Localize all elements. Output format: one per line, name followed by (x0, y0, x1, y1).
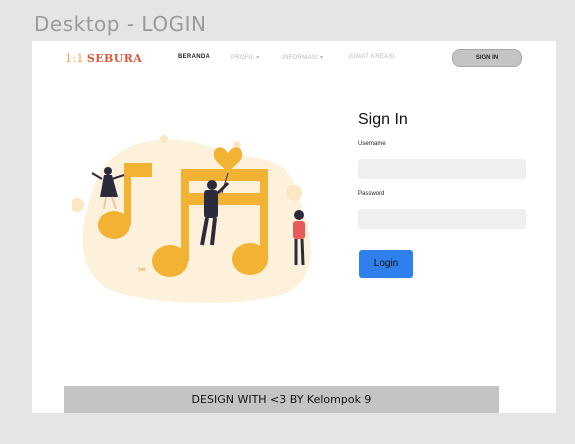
logo-text: SEBURA (86, 52, 143, 65)
sign-in-nav-button[interactable]: SIGN IN (452, 49, 522, 67)
footer: DESIGN WITH <3 BY Kelompok 9 (64, 386, 499, 413)
scissors-icon: ✂ (138, 265, 146, 276)
music-note-right-stem (260, 169, 268, 259)
person-middle-body (204, 190, 218, 218)
person-right-body (293, 221, 305, 239)
password-input[interactable] (358, 209, 526, 229)
login-page: 1:1 SEBURA BERANDA PROFIL ▾ INFORMASI ▾ J… (32, 41, 556, 413)
illustration-dot (286, 185, 302, 201)
illustration-dot (160, 135, 168, 143)
music-note-beam-bottom (181, 193, 268, 205)
music-note-left-stem (181, 169, 189, 261)
nav-link-beranda[interactable]: BERANDA (178, 54, 210, 60)
username-input[interactable] (358, 159, 526, 179)
illustration-dot (72, 198, 84, 212)
navbar: 1:1 SEBURA BERANDA PROFIL ▾ INFORMASI ▾ J… (32, 41, 556, 77)
brand-logo[interactable]: 1:1 SEBURA (65, 52, 142, 65)
nav-link-profil[interactable]: PROFIL ▾ (231, 54, 260, 61)
person-middle-head (207, 180, 217, 190)
username-label: Username (358, 141, 386, 147)
nav-link-informasi[interactable]: INFORMASI ▾ (282, 54, 323, 61)
frame-title: Desktop - LOGIN (34, 12, 207, 36)
logo-mark: 1:1 (65, 52, 84, 65)
login-button[interactable]: Login (359, 250, 413, 278)
person-left-head (104, 167, 112, 175)
music-note-beam-top (181, 169, 268, 181)
music-illustration: ✂ (72, 135, 311, 303)
person-right-leg (300, 238, 305, 266)
person-right-head (294, 210, 304, 220)
nav-link-jumat-kreasi[interactable]: JUMAT KREASI (348, 54, 395, 60)
password-label: Password (358, 191, 385, 197)
sign-in-title: Sign In (358, 111, 408, 128)
